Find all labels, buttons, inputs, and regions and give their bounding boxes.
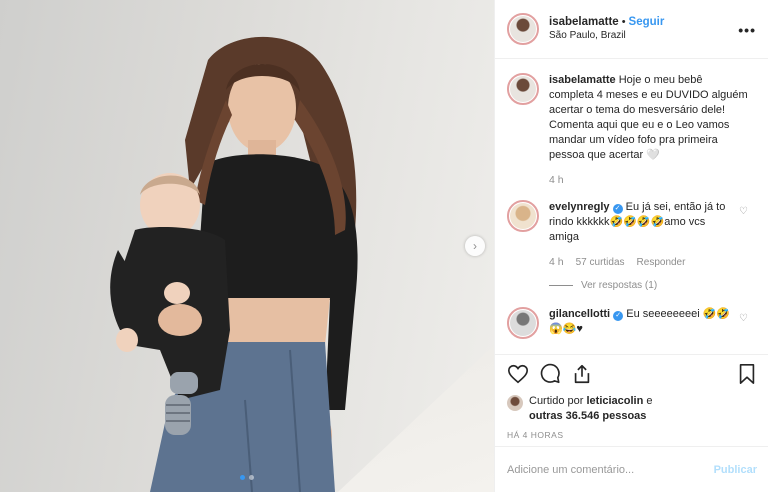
replies-line [549,285,573,286]
caption: isabelamatte Hoje o meu bebê completa 4 … [507,73,756,188]
bookmark-icon[interactable] [736,363,758,385]
post-header: isabelamatte • Seguir São Paulo, Brazil ••… [495,0,768,59]
photo-illustration [110,36,358,492]
author-username[interactable]: isabelamatte [549,16,619,28]
comments-list: isabelamatte Hoje o meu bebê completa 4 … [495,59,768,354]
comment-likes[interactable]: 57 curtidas [576,255,625,270]
carousel-dot [240,475,245,480]
chevron-right-icon: › [473,239,477,253]
caption-username[interactable]: isabelamatte [549,74,616,86]
more-horizontal-icon[interactable]: ••• [738,22,756,38]
liker-avatar [507,395,523,411]
reply-button[interactable]: Responder [637,255,686,270]
likes-prefix: Curtido por [529,395,584,407]
separator-dot: • [621,16,626,28]
post-actions [495,354,768,390]
next-photo-button[interactable]: › [465,236,485,256]
likes-summary[interactable]: Curtido por leticiacolin e outras 36.546… [495,390,768,424]
heart-icon[interactable] [507,363,529,385]
verified-badge-icon: ✓ [613,311,624,321]
publish-button[interactable]: Publicar [714,464,757,476]
comment-time[interactable]: 4 h [549,255,564,270]
post-timestamp[interactable]: HÁ 4 HORAS [495,424,768,440]
post-sidebar: isabelamatte • Seguir São Paulo, Brazil ••… [494,0,768,492]
post-location[interactable]: São Paulo, Brazil [549,29,664,43]
view-replies-label: Ver respostas (1) [581,280,658,291]
likes-others[interactable]: outras 36.546 pessoas [529,410,646,422]
carousel-dot [249,475,254,480]
view-replies-button[interactable]: Ver respostas (1) [549,278,735,293]
comment-input[interactable] [507,463,714,476]
comment-like-heart-icon[interactable]: ♡ [739,206,748,217]
commenter-avatar[interactable] [507,307,539,339]
post-photo[interactable]: › [0,0,494,492]
caption-text: Hoje o meu bebê completa 4 meses e eu DU… [549,74,748,161]
carousel-indicator [240,475,254,480]
caption-time[interactable]: 4 h [549,173,749,188]
comment-like-heart-icon[interactable]: ♡ [739,313,748,324]
likes-conjunction: e [646,395,653,407]
comment-icon[interactable] [539,363,561,385]
comment-username[interactable]: evelynregly [549,201,610,213]
liker-username[interactable]: leticiacolin [586,395,643,407]
caption-avatar[interactable] [507,73,539,105]
share-icon[interactable] [571,363,593,385]
comment-username[interactable]: gilancellotti [549,308,610,320]
add-comment-bar: Publicar [495,446,768,492]
comment-item: gilancellotti ✓ Eu seeeeeeeei 🤣🤣😱😂♥ ♡ [507,307,756,339]
follow-button[interactable]: Seguir [629,16,665,28]
comment-item: evelynregly ✓ Eu já sei, então já to rin… [507,200,756,293]
commenter-avatar[interactable] [507,200,539,232]
verified-badge-icon: ✓ [612,204,623,214]
author-avatar[interactable] [507,13,539,45]
